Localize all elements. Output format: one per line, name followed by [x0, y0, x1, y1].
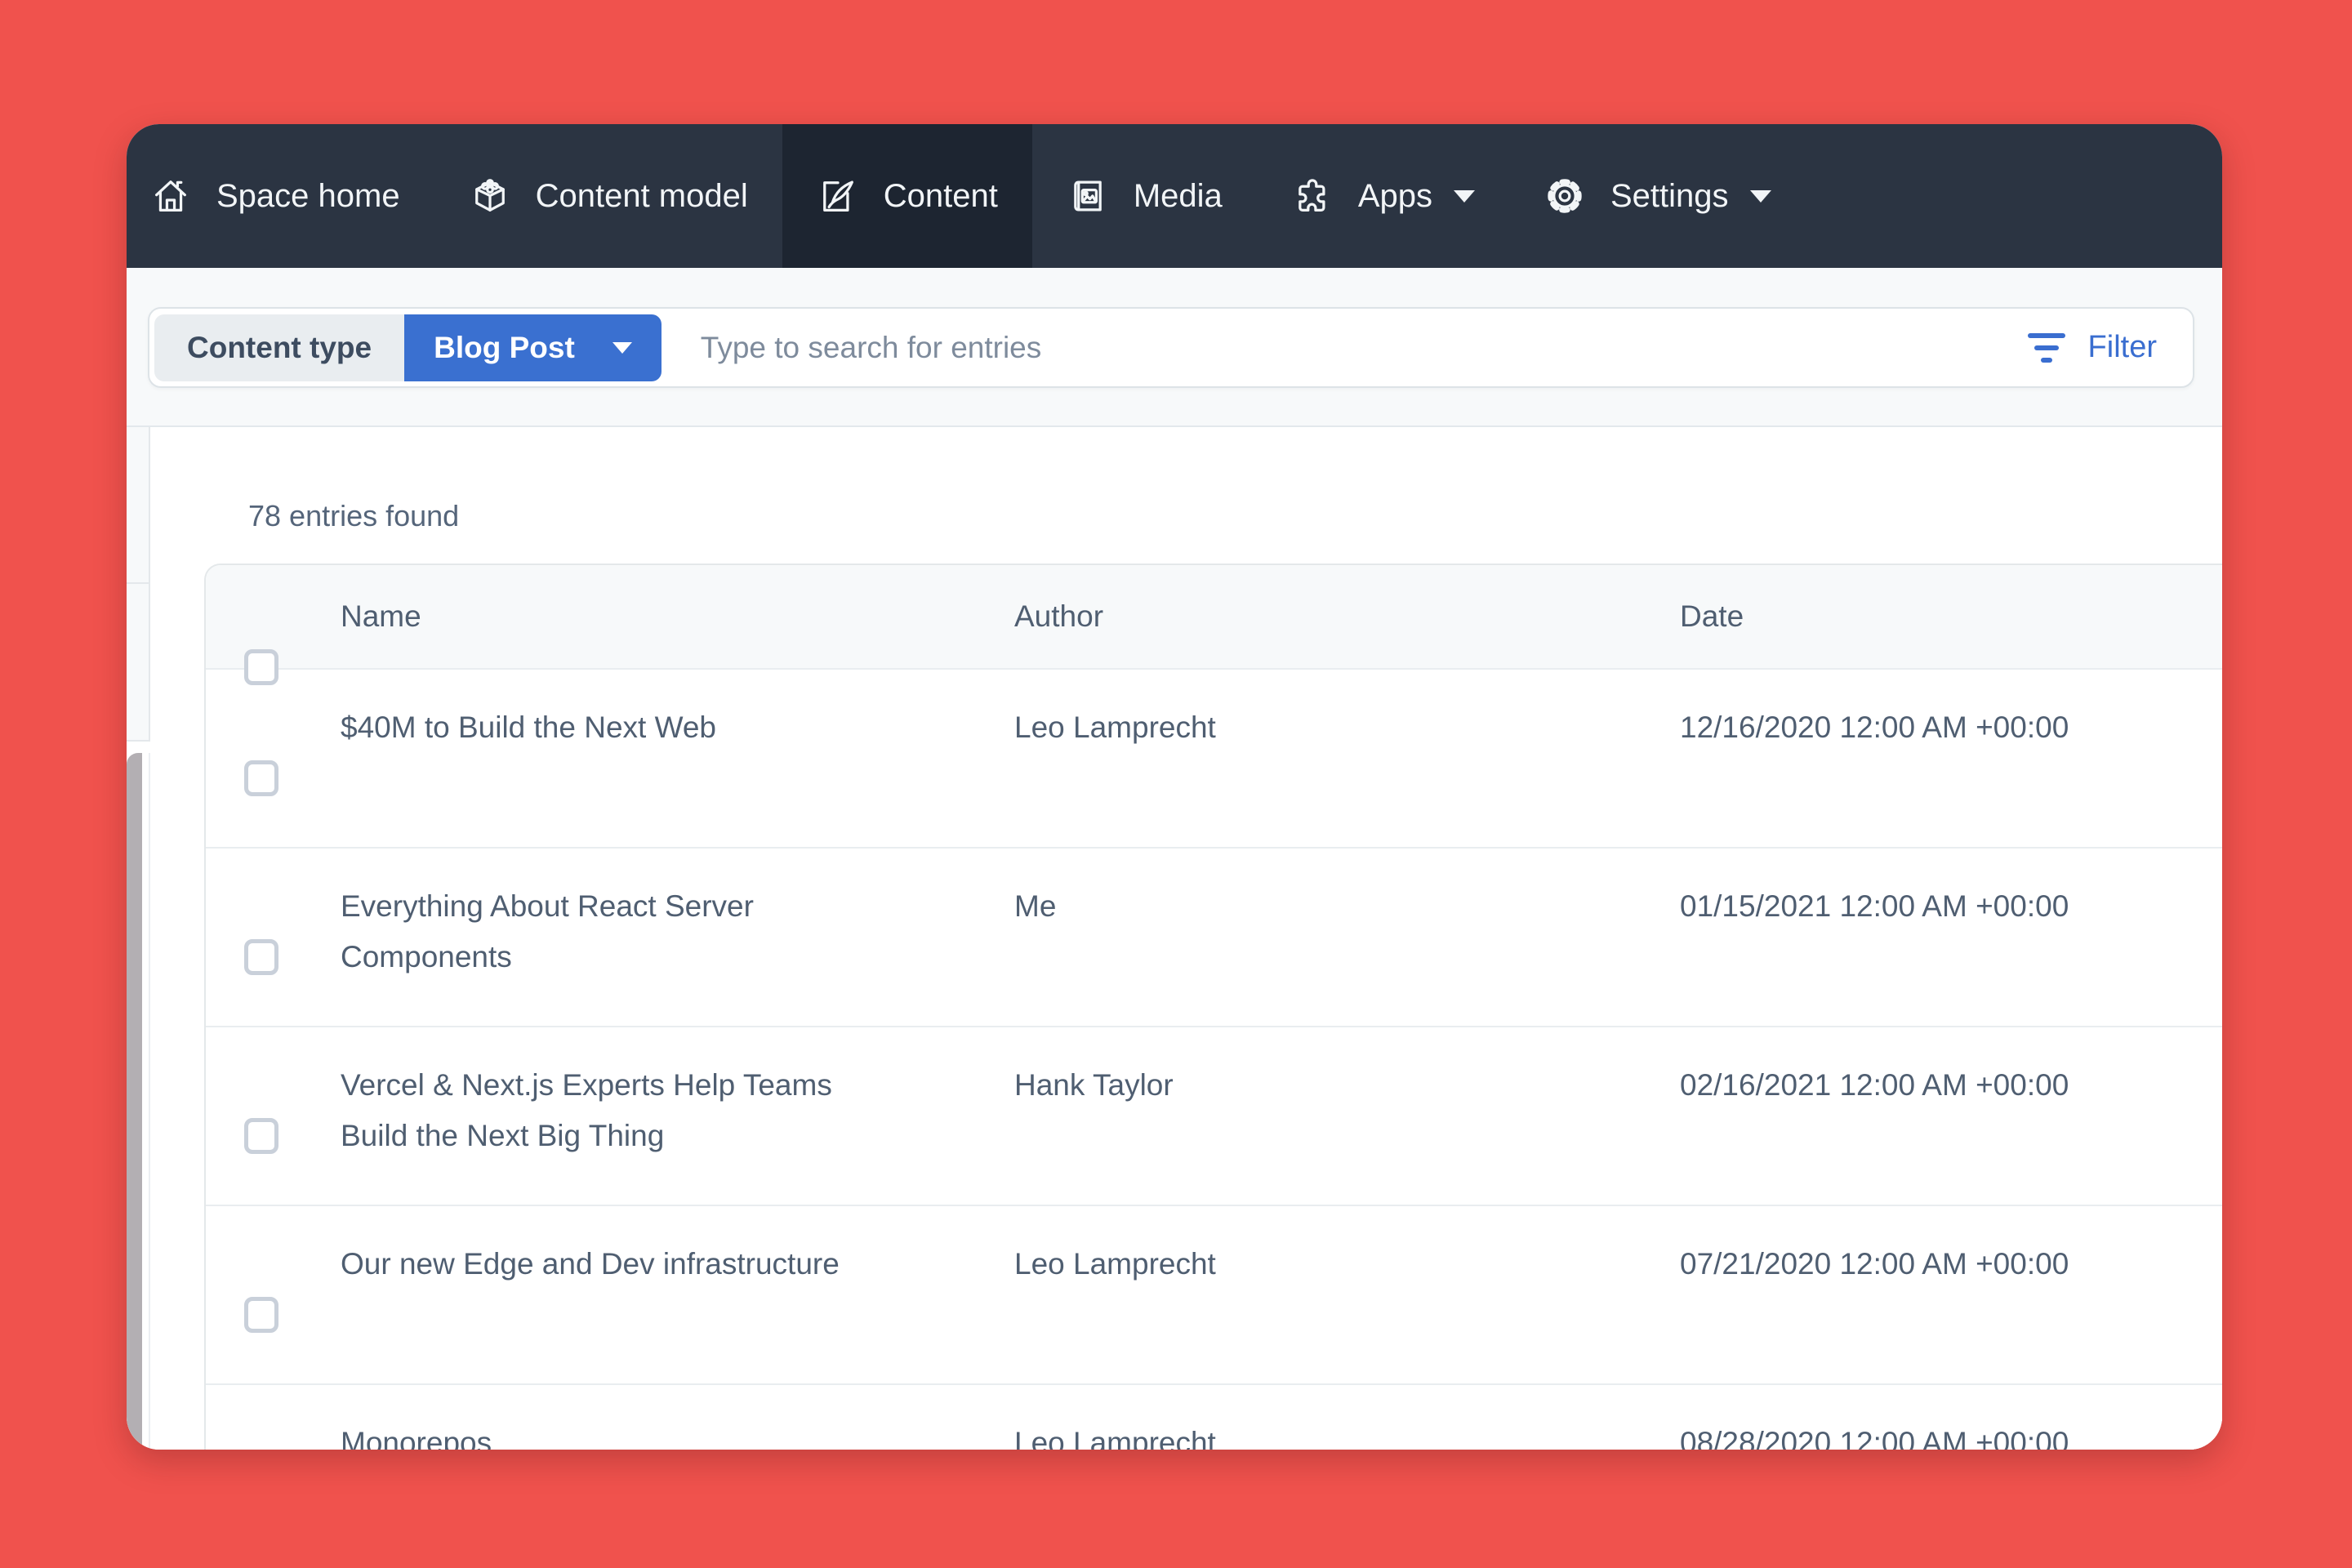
top-navbar: Space home Content model	[127, 124, 2222, 268]
nav-label: Content	[884, 178, 998, 215]
nav-item-media[interactable]: Media	[1032, 124, 1257, 268]
nav-label: Content model	[536, 178, 748, 215]
chevron-down-icon	[612, 342, 632, 354]
nav-label: Settings	[1610, 178, 1729, 215]
table-row[interactable]: Monorepos Leo Lamprecht 08/28/2020 12:00…	[206, 1383, 2222, 1450]
desktop-background: { "navbar": { "items": [ { "label": "Spa…	[0, 0, 2352, 1568]
content-type-segmented-control: Content type Blog Post	[154, 314, 662, 381]
search-input[interactable]: Type to search for entries	[701, 331, 2028, 365]
entry-author: Leo Lamprecht	[1014, 1206, 1680, 1290]
entry-author: Hank Taylor	[1014, 1027, 1680, 1111]
entry-name: Vercel & Next.js Experts Help Teams Buil…	[341, 1027, 1014, 1161]
entry-name: Monorepos	[341, 1385, 1014, 1450]
row-checkbox-cell	[206, 1027, 341, 1205]
row-checkbox[interactable]	[244, 1118, 278, 1154]
nav-item-apps[interactable]: Apps	[1257, 124, 1509, 268]
puzzle-icon	[1291, 175, 1334, 217]
entry-author: Leo Lamprecht	[1014, 1385, 1680, 1450]
entry-name: Our new Edge and Dev infrastructure	[341, 1206, 1014, 1290]
row-checkbox[interactable]	[244, 760, 278, 796]
nav-item-content[interactable]: Content	[782, 124, 1032, 268]
entry-date: 08/28/2020 12:00 AM +00:00	[1680, 1385, 2222, 1450]
content-type-selected-value: Blog Post	[434, 331, 575, 365]
entry-date: 12/16/2020 12:00 AM +00:00	[1680, 670, 2222, 753]
nav-label: Media	[1134, 178, 1223, 215]
table-row[interactable]: Vercel & Next.js Experts Help Teams Buil…	[206, 1026, 2222, 1205]
nav-item-content-model[interactable]: Content model	[434, 124, 782, 268]
app-window: Space home Content model	[127, 124, 2222, 1450]
filter-button[interactable]: Filter	[2028, 330, 2157, 365]
column-header-author: Author	[1014, 565, 1680, 642]
entry-name: Everything About React Server Components	[341, 849, 1014, 982]
table-row[interactable]: $40M to Build the Next Web Leo Lamprecht…	[206, 668, 2222, 847]
row-checkbox[interactable]	[244, 1297, 278, 1333]
row-checkbox-cell	[206, 1385, 341, 1450]
entries-table: Name Author Date $40M to Build the Next …	[204, 564, 2222, 1450]
filter-icon	[2028, 333, 2065, 363]
nav-item-space-home[interactable]: Space home	[127, 124, 434, 268]
column-header-name: Name	[341, 565, 1014, 642]
filter-label: Filter	[2088, 330, 2157, 365]
content-model-icon	[469, 175, 511, 217]
search-filter-section: Content type Blog Post Type to search fo…	[127, 268, 2222, 427]
row-checkbox[interactable]	[244, 939, 278, 975]
entries-content-area: 78 entries found Name Author Date $40M t…	[127, 427, 2222, 1450]
entry-author: Leo Lamprecht	[1014, 670, 1680, 753]
entry-author: Me	[1014, 849, 1680, 932]
entry-name: $40M to Build the Next Web	[341, 670, 1014, 753]
chevron-down-icon	[1750, 190, 1771, 203]
entry-search-bar[interactable]: Content type Blog Post Type to search fo…	[148, 307, 2194, 388]
gear-icon	[1544, 175, 1586, 217]
nav-item-settings[interactable]: Settings	[1509, 124, 1806, 268]
divider	[149, 753, 150, 1450]
row-checkbox-cell	[206, 1206, 341, 1383]
entry-date: 07/21/2020 12:00 AM +00:00	[1680, 1206, 2222, 1290]
table-row[interactable]: Our new Edge and Dev infrastructure Leo …	[206, 1205, 2222, 1383]
row-checkbox-cell	[206, 849, 341, 1026]
content-icon	[817, 175, 859, 217]
divider	[127, 582, 150, 584]
row-checkbox-cell	[206, 670, 341, 847]
media-folder-icon	[1067, 175, 1109, 217]
content-type-label: Content type	[154, 314, 404, 381]
stacked-sheet-edge	[127, 753, 142, 1450]
nav-label: Apps	[1358, 178, 1432, 215]
nav-label: Space home	[216, 178, 400, 215]
column-header-date: Date	[1680, 565, 2222, 642]
home-icon	[149, 175, 192, 217]
table-row[interactable]: Everything About React Server Components…	[206, 847, 2222, 1026]
background-panel-edge	[127, 427, 150, 742]
chevron-down-icon	[1454, 190, 1475, 203]
entries-count-text: 78 entries found	[248, 499, 459, 533]
content-type-dropdown[interactable]: Blog Post	[404, 314, 662, 381]
table-header-row: Name Author Date	[206, 565, 2222, 668]
entry-date: 02/16/2021 12:00 AM +00:00	[1680, 1027, 2222, 1111]
entry-date: 01/15/2021 12:00 AM +00:00	[1680, 849, 2222, 932]
